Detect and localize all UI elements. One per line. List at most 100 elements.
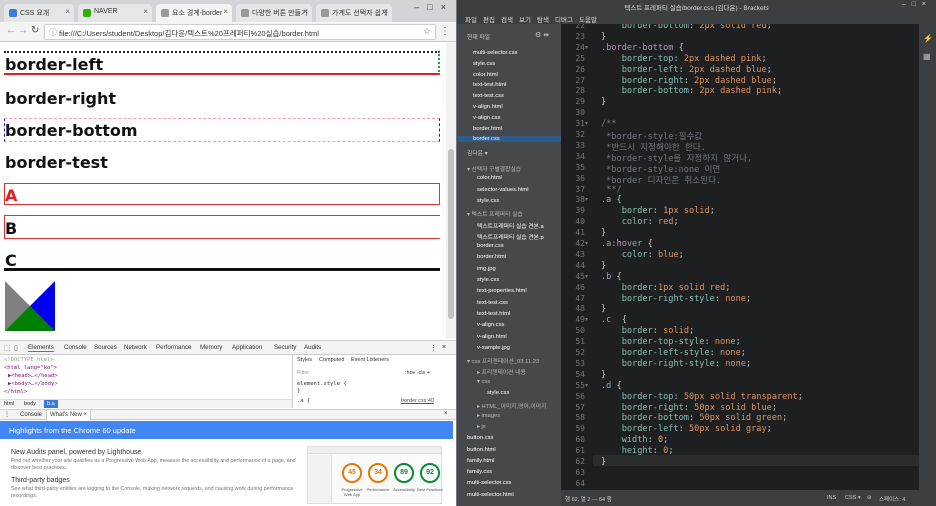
close-icon[interactable]: × [383, 7, 388, 16]
fold-toggle-icon[interactable]: ▾ [585, 196, 588, 203]
code-line[interactable]: .a { [601, 195, 622, 205]
working-file-item[interactable]: border.html [473, 126, 502, 132]
tab-audits[interactable]: Audits [304, 344, 321, 351]
code-line[interactable]: border-left: 2px dashed blue; [601, 65, 772, 75]
tab-elements[interactable]: Elements [28, 344, 54, 352]
tab-sources[interactable]: Sources [94, 344, 117, 351]
tree-item[interactable]: text-test.css [477, 300, 508, 306]
tree-item[interactable]: text-properties.html [477, 288, 527, 294]
browser-tab[interactable]: 가계도 선택자 쉽게 × [316, 4, 392, 22]
code-line[interactable]: .border-bottom { [601, 43, 684, 53]
browser-tab[interactable]: CSS 요개 × [4, 4, 74, 22]
close-icon[interactable]: × [223, 7, 228, 16]
drawer-menu-icon[interactable]: ⋮ [4, 411, 10, 418]
link-a[interactable]: A [5, 186, 17, 205]
tree-item[interactable]: style.css [477, 198, 499, 204]
code-line[interactable]: .c { [601, 315, 627, 325]
extension-manager-icon[interactable]: ▦ [923, 52, 931, 61]
close-icon[interactable]: × [444, 411, 448, 417]
dom-line[interactable]: ▶<head>…</head> [4, 372, 290, 380]
styles-filter-input[interactable]: Filter [297, 370, 309, 376]
tree-item[interactable]: 텍스트프레퍼티 실습 견본.a [477, 221, 544, 230]
code-line[interactable]: border: 1px solid; [601, 206, 715, 216]
fold-toggle-icon[interactable]: ▾ [585, 240, 588, 247]
code-line[interactable]: color: red; [601, 217, 679, 227]
tree-item[interactable]: border.css [477, 243, 504, 249]
back-icon[interactable]: ← [6, 25, 16, 36]
tab-security[interactable]: Security [274, 344, 296, 351]
code-line[interactable]: } [601, 457, 606, 467]
code-line[interactable]: **/ [601, 185, 622, 195]
project-header[interactable]: 김다윤 ▾ [467, 148, 488, 157]
code-line[interactable]: width: 0; [601, 435, 669, 445]
code-line[interactable]: border-right-style: none; [601, 359, 751, 369]
indent-setting[interactable]: 스페이스: 4 [879, 495, 905, 503]
live-preview-icon[interactable]: ⚡ [923, 34, 933, 43]
tree-item[interactable]: v-align.html [477, 334, 507, 340]
insert-mode[interactable]: INS [827, 495, 836, 501]
code-line[interactable]: border-left-style: none; [601, 348, 746, 358]
devtools-menu-icon[interactable]: ⋮ [430, 344, 437, 352]
bookmark-star-icon[interactable]: ☆ [423, 26, 431, 37]
code-line[interactable]: border:1px solid red; [601, 283, 731, 293]
crumb-item[interactable]: html [4, 401, 14, 407]
tree-item[interactable]: style.css [487, 390, 509, 396]
code-line[interactable]: } [601, 228, 606, 238]
code-line[interactable]: } [601, 370, 606, 380]
tree-item[interactable]: ▾ css 프리젠테이션_03.11.23 [467, 356, 539, 365]
rule-source-link[interactable]: border.css:40 [401, 398, 434, 404]
menu-navigate[interactable]: 탐색 [537, 14, 549, 24]
fold-toggle-icon[interactable]: ▾ [585, 273, 588, 280]
tree-item[interactable]: text-test.html [477, 311, 510, 317]
close-icon[interactable]: × [65, 7, 70, 16]
browser-tab[interactable]: 다양한 버튼 만들기 × [236, 4, 312, 22]
code-line[interactable]: .b { [601, 272, 622, 282]
working-file-item[interactable]: style.css [473, 61, 495, 67]
tree-item[interactable]: ▸ js [477, 424, 486, 430]
code-line[interactable]: border-left: 50px solid gray; [601, 424, 772, 434]
tab-whats-new[interactable]: What's New × [46, 410, 91, 420]
tree-item[interactable]: button.html [467, 447, 496, 453]
tab-console-drawer[interactable]: Console [20, 412, 42, 418]
forward-icon[interactable]: → [18, 25, 28, 36]
code-line[interactable]: } [601, 261, 606, 271]
url-input[interactable]: ⓘ file:///C:/Users/student/Desktop/김다윤/텍… [44, 24, 436, 40]
gear-icon[interactable]: ⚙ ⇹ [535, 31, 549, 39]
fold-toggle-icon[interactable]: ▾ [585, 382, 588, 389]
fold-toggle-icon[interactable]: ▾ [585, 44, 588, 51]
tab-computed[interactable]: Computed [319, 357, 344, 363]
tree-item[interactable]: border.html [477, 254, 506, 260]
tab-styles[interactable]: Styles [297, 357, 312, 363]
code-line[interactable]: .d { [601, 381, 622, 391]
menu-find[interactable]: 검색 [501, 14, 513, 24]
code-line[interactable]: } [601, 32, 606, 42]
tree-item[interactable]: ▸ HTML_이미지,영어,이미지 [477, 401, 546, 410]
tree-item[interactable]: ▸ images [477, 413, 500, 419]
code-line[interactable]: /** [601, 119, 617, 129]
dom-line[interactable]: <html lang="ko"> [4, 364, 290, 372]
close-icon[interactable]: × [143, 7, 148, 16]
tree-item[interactable]: multi-selector.html [467, 492, 514, 498]
tree-item[interactable]: ▸ 프리젠테이션 내용 [477, 367, 526, 376]
window-controls[interactable]: –□× [414, 2, 454, 12]
code-line[interactable]: border-right: 2px dashed blue; [601, 76, 777, 86]
tab-event-listeners[interactable]: Event Listeners [351, 357, 389, 363]
page-scrollbar[interactable] [446, 43, 456, 339]
code-line[interactable]: border-right: 50px solid blue; [601, 403, 777, 413]
working-file-item[interactable]: color.html [473, 72, 498, 78]
a-box[interactable] [4, 183, 440, 205]
code-line[interactable]: border: solid; [601, 326, 694, 336]
reload-icon[interactable]: ↻ [31, 25, 39, 36]
code-line[interactable]: } [601, 304, 606, 314]
tree-item[interactable]: button.css [467, 435, 493, 441]
code-line[interactable]: height: 0; [601, 446, 674, 456]
code-line[interactable]: border-bottom: 2px dashed pink; [601, 86, 782, 96]
fold-toggle-icon[interactable]: ▾ [585, 316, 588, 323]
tree-item[interactable]: 텍스트프레퍼티 실습 견본.p [477, 232, 544, 241]
code-line[interactable]: border-top: 2px dashed pink; [601, 54, 767, 64]
tree-item[interactable]: multi-selector.css [467, 480, 511, 486]
crumb-item[interactable]: body [24, 401, 36, 407]
scrollbar-thumb[interactable] [448, 149, 454, 319]
menu-file[interactable]: 파일 [465, 14, 477, 24]
tree-item[interactable]: ▾ 선택자 구별결합실습 [467, 164, 521, 173]
